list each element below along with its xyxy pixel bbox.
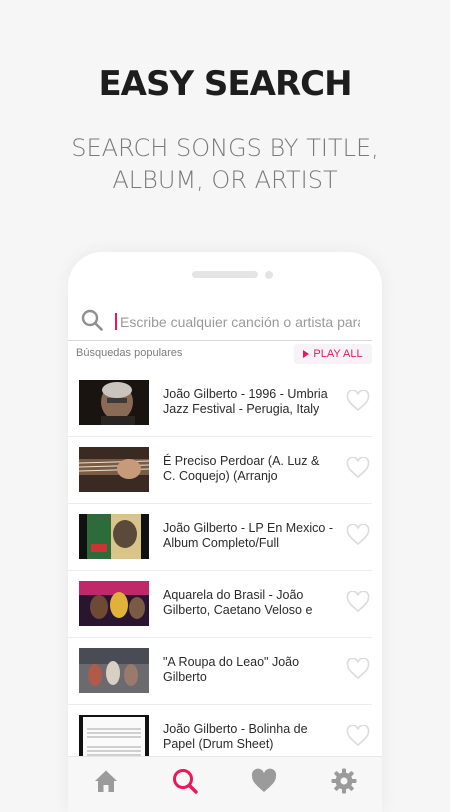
song-title: É Preciso Perdoar (A. Luz & C. Coquejo) …	[163, 454, 320, 483]
popular-searches-label: Búsquedas populares	[76, 347, 183, 359]
heart-icon[interactable]	[346, 457, 370, 479]
home-icon[interactable]	[92, 767, 120, 795]
play-icon	[303, 350, 310, 358]
search-bar	[68, 300, 372, 341]
subheadline-line-1: SEARCH SONGS BY TITLE,	[71, 134, 379, 162]
video-thumbnail	[79, 514, 149, 559]
phone-speaker	[192, 271, 258, 278]
heart-icon[interactable]	[346, 658, 370, 680]
play-all-label: PLAY ALL	[313, 348, 363, 360]
video-thumbnail	[79, 447, 149, 492]
headline: EASY SEARCH	[98, 64, 352, 104]
phone-mockup: Búsquedas populares PLAY ALL João Gilber…	[68, 252, 382, 812]
heart-icon[interactable]	[346, 725, 370, 747]
heart-icon[interactable]	[346, 390, 370, 412]
video-thumbnail	[79, 715, 149, 760]
heart-icon[interactable]	[346, 591, 370, 613]
video-thumbnail	[79, 648, 149, 693]
bottom-tab-bar	[68, 756, 382, 812]
list-item[interactable]: É Preciso Perdoar (A. Luz & C. Coquejo) …	[68, 437, 372, 504]
heart-icon[interactable]	[346, 524, 370, 546]
list-item[interactable]: "A Roupa do Leao" João Gilberto	[68, 638, 372, 705]
list-item[interactable]: João Gilberto - LP En Mexico - Album Com…	[68, 504, 372, 571]
search-input[interactable]	[118, 308, 362, 336]
video-thumbnail	[79, 380, 149, 425]
song-title: Aquarela do Brasil - João Gilberto, Caet…	[163, 588, 313, 617]
subheadline-line-2: ALBUM, OR ARTIST	[112, 166, 338, 194]
song-list: João Gilberto - 1996 - Umbria Jazz Festi…	[68, 370, 372, 772]
gear-icon[interactable]	[330, 767, 358, 795]
text-cursor	[115, 313, 117, 330]
heart-icon[interactable]	[250, 767, 278, 795]
song-title: João Gilberto - Bolinha de Papel (Drum S…	[163, 722, 308, 751]
play-all-button[interactable]: PLAY ALL	[294, 344, 372, 364]
list-item[interactable]: Aquarela do Brasil - João Gilberto, Caet…	[68, 571, 372, 638]
song-title: "A Roupa do Leao" João Gilberto	[163, 655, 300, 684]
search-icon[interactable]	[80, 308, 104, 332]
phone-camera	[265, 271, 273, 279]
subheadline: SEARCH SONGS BY TITLE, ALBUM, OR ARTIST	[0, 132, 450, 196]
video-thumbnail	[79, 581, 149, 626]
list-item[interactable]: João Gilberto - 1996 - Umbria Jazz Festi…	[68, 370, 372, 437]
search-icon[interactable]	[171, 767, 199, 795]
song-title: João Gilberto - LP En Mexico - Album Com…	[163, 521, 333, 550]
song-title: João Gilberto - 1996 - Umbria Jazz Festi…	[163, 387, 328, 416]
